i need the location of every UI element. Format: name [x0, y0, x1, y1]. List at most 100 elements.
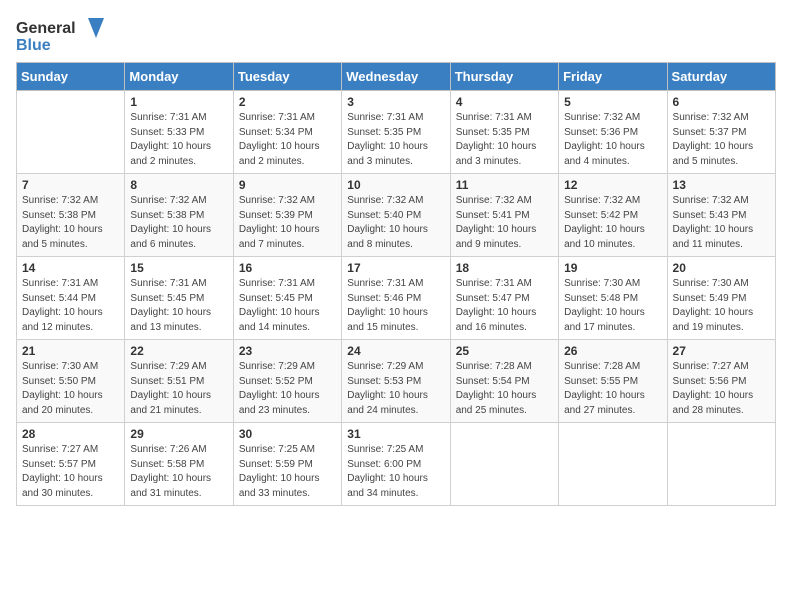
calendar-cell: 11Sunrise: 7:32 AM Sunset: 5:41 PM Dayli…	[450, 174, 558, 257]
calendar-cell	[559, 423, 667, 506]
day-info: Sunrise: 7:30 AM Sunset: 5:49 PM Dayligh…	[673, 277, 770, 335]
day-number: 7	[22, 178, 119, 192]
day-info: Sunrise: 7:29 AM Sunset: 5:53 PM Dayligh…	[347, 360, 444, 418]
svg-text:Blue: Blue	[16, 37, 51, 54]
day-info: Sunrise: 7:32 AM Sunset: 5:38 PM Dayligh…	[130, 194, 227, 252]
day-info: Sunrise: 7:32 AM Sunset: 5:40 PM Dayligh…	[347, 194, 444, 252]
calendar-cell	[17, 91, 125, 174]
day-number: 30	[239, 427, 336, 441]
day-info: Sunrise: 7:31 AM Sunset: 5:35 PM Dayligh…	[456, 111, 553, 169]
calendar-cell: 19 Sunrise: 7:30 AM Sunset: 5:48 PM Dayli…	[559, 257, 667, 340]
day-number: 27	[673, 344, 770, 358]
calendar-cell: 17Sunrise: 7:31 AM Sunset: 5:46 PM Dayli…	[342, 257, 450, 340]
day-number: 12	[564, 178, 661, 192]
day-number: 20	[673, 261, 770, 275]
week-row-2: 7 Sunrise: 7:32 AM Sunset: 5:38 PM Daylig…	[17, 174, 776, 257]
calendar-cell: 12 Sunrise: 7:32 AM Sunset: 5:42 PM Dayli…	[559, 174, 667, 257]
day-info: Sunrise: 7:32 AM Sunset: 5:43 PM Dayligh…	[673, 194, 770, 252]
calendar-cell: 5 Sunrise: 7:32 AM Sunset: 5:36 PM Daylig…	[559, 91, 667, 174]
calendar-cell: 28 Sunrise: 7:27 AM Sunset: 5:57 PM Dayli…	[17, 423, 125, 506]
week-row-1: 1 Sunrise: 7:31 AM Sunset: 5:33 PM Daylig…	[17, 91, 776, 174]
day-info: Sunrise: 7:31 AM Sunset: 5:45 PM Dayligh…	[130, 277, 227, 335]
calendar-cell: 29Sunrise: 7:26 AM Sunset: 5:58 PM Dayli…	[125, 423, 233, 506]
day-number: 3	[347, 95, 444, 109]
calendar-cell: 16Sunrise: 7:31 AM Sunset: 5:45 PM Dayli…	[233, 257, 341, 340]
calendar-cell: 7 Sunrise: 7:32 AM Sunset: 5:38 PM Daylig…	[17, 174, 125, 257]
week-row-4: 21Sunrise: 7:30 AM Sunset: 5:50 PM Dayli…	[17, 340, 776, 423]
day-info: Sunrise: 7:26 AM Sunset: 5:58 PM Dayligh…	[130, 443, 227, 501]
day-number: 25	[456, 344, 553, 358]
day-info: Sunrise: 7:31 AM Sunset: 5:44 PM Dayligh…	[22, 277, 119, 335]
calendar-cell: 4 Sunrise: 7:31 AM Sunset: 5:35 PM Daylig…	[450, 91, 558, 174]
day-number: 28	[22, 427, 119, 441]
day-info: Sunrise: 7:27 AM Sunset: 5:57 PM Dayligh…	[22, 443, 119, 501]
day-info: Sunrise: 7:31 AM Sunset: 5:45 PM Dayligh…	[239, 277, 336, 335]
day-number: 1	[130, 95, 227, 109]
day-info: Sunrise: 7:29 AM Sunset: 5:51 PM Dayligh…	[130, 360, 227, 418]
column-header-wednesday: Wednesday	[342, 63, 450, 91]
day-info: Sunrise: 7:32 AM Sunset: 5:36 PM Dayligh…	[564, 111, 661, 169]
day-info: Sunrise: 7:28 AM Sunset: 5:54 PM Dayligh…	[456, 360, 553, 418]
calendar-cell: 8 Sunrise: 7:32 AM Sunset: 5:38 PM Daylig…	[125, 174, 233, 257]
day-number: 26	[564, 344, 661, 358]
calendar-cell: 26 Sunrise: 7:28 AM Sunset: 5:55 PM Dayli…	[559, 340, 667, 423]
calendar-cell	[667, 423, 775, 506]
calendar-cell: 22 Sunrise: 7:29 AM Sunset: 5:51 PM Dayli…	[125, 340, 233, 423]
column-header-sunday: Sunday	[17, 63, 125, 91]
day-info: Sunrise: 7:31 AM Sunset: 5:33 PM Dayligh…	[130, 111, 227, 169]
day-number: 2	[239, 95, 336, 109]
generalblue-logo-icon: GeneralBlue	[16, 16, 106, 54]
day-number: 9	[239, 178, 336, 192]
calendar-cell: 25 Sunrise: 7:28 AM Sunset: 5:54 PM Dayli…	[450, 340, 558, 423]
week-row-3: 14Sunrise: 7:31 AM Sunset: 5:44 PM Dayli…	[17, 257, 776, 340]
calendar-cell	[450, 423, 558, 506]
day-number: 17	[347, 261, 444, 275]
svg-text:General: General	[16, 20, 76, 37]
day-number: 13	[673, 178, 770, 192]
day-info: Sunrise: 7:27 AM Sunset: 5:56 PM Dayligh…	[673, 360, 770, 418]
day-info: Sunrise: 7:32 AM Sunset: 5:39 PM Dayligh…	[239, 194, 336, 252]
day-number: 18	[456, 261, 553, 275]
day-info: Sunrise: 7:32 AM Sunset: 5:42 PM Dayligh…	[564, 194, 661, 252]
day-info: Sunrise: 7:29 AM Sunset: 5:52 PM Dayligh…	[239, 360, 336, 418]
day-number: 6	[673, 95, 770, 109]
day-info: Sunrise: 7:31 AM Sunset: 5:35 PM Dayligh…	[347, 111, 444, 169]
column-header-friday: Friday	[559, 63, 667, 91]
day-info: Sunrise: 7:28 AM Sunset: 5:55 PM Dayligh…	[564, 360, 661, 418]
day-number: 5	[564, 95, 661, 109]
day-info: Sunrise: 7:30 AM Sunset: 5:50 PM Dayligh…	[22, 360, 119, 418]
calendar-cell: 10 Sunrise: 7:32 AM Sunset: 5:40 PM Dayli…	[342, 174, 450, 257]
calendar-cell: 21Sunrise: 7:30 AM Sunset: 5:50 PM Dayli…	[17, 340, 125, 423]
calendar-cell: 1 Sunrise: 7:31 AM Sunset: 5:33 PM Daylig…	[125, 91, 233, 174]
day-number: 10	[347, 178, 444, 192]
column-header-tuesday: Tuesday	[233, 63, 341, 91]
calendar-cell: 30Sunrise: 7:25 AM Sunset: 5:59 PM Dayli…	[233, 423, 341, 506]
day-info: Sunrise: 7:31 AM Sunset: 5:47 PM Dayligh…	[456, 277, 553, 335]
calendar-cell: 27 Sunrise: 7:27 AM Sunset: 5:56 PM Dayli…	[667, 340, 775, 423]
logo: GeneralBlue	[16, 16, 106, 54]
calendar-cell: 3 Sunrise: 7:31 AM Sunset: 5:35 PM Daylig…	[342, 91, 450, 174]
calendar-cell: 2 Sunrise: 7:31 AM Sunset: 5:34 PM Daylig…	[233, 91, 341, 174]
day-number: 4	[456, 95, 553, 109]
day-info: Sunrise: 7:32 AM Sunset: 5:37 PM Dayligh…	[673, 111, 770, 169]
day-number: 31	[347, 427, 444, 441]
day-number: 8	[130, 178, 227, 192]
day-info: Sunrise: 7:31 AM Sunset: 5:34 PM Dayligh…	[239, 111, 336, 169]
day-number: 19	[564, 261, 661, 275]
header-row: SundayMondayTuesdayWednesdayThursdayFrid…	[17, 63, 776, 91]
calendar-cell: 9 Sunrise: 7:32 AM Sunset: 5:39 PM Daylig…	[233, 174, 341, 257]
week-row-5: 28 Sunrise: 7:27 AM Sunset: 5:57 PM Dayli…	[17, 423, 776, 506]
day-info: Sunrise: 7:32 AM Sunset: 5:38 PM Dayligh…	[22, 194, 119, 252]
calendar-cell: 24Sunrise: 7:29 AM Sunset: 5:53 PM Dayli…	[342, 340, 450, 423]
column-header-monday: Monday	[125, 63, 233, 91]
column-header-saturday: Saturday	[667, 63, 775, 91]
day-info: Sunrise: 7:30 AM Sunset: 5:48 PM Dayligh…	[564, 277, 661, 335]
day-number: 15	[130, 261, 227, 275]
day-number: 22	[130, 344, 227, 358]
calendar-cell: 23 Sunrise: 7:29 AM Sunset: 5:52 PM Dayli…	[233, 340, 341, 423]
calendar-table: SundayMondayTuesdayWednesdayThursdayFrid…	[16, 62, 776, 506]
day-number: 11	[456, 178, 553, 192]
calendar-cell: 15 Sunrise: 7:31 AM Sunset: 5:45 PM Dayli…	[125, 257, 233, 340]
calendar-cell: 20 Sunrise: 7:30 AM Sunset: 5:49 PM Dayli…	[667, 257, 775, 340]
day-number: 23	[239, 344, 336, 358]
